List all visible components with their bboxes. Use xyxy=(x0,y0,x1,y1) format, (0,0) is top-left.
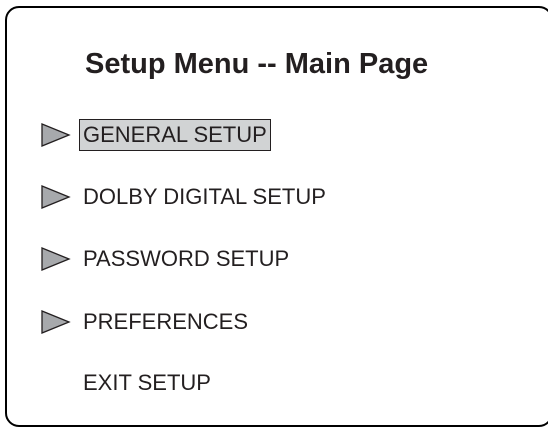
menu-item-label: PREFERENCES xyxy=(83,309,249,334)
setup-menu: GENERAL SETUP DOLBY DIGITAL SETUP PASSWO… xyxy=(7,8,548,425)
menu-item-label: DOLBY DIGITAL SETUP xyxy=(83,184,326,209)
menu-item-dolby-digital-setup[interactable]: DOLBY DIGITAL SETUP xyxy=(41,180,330,214)
triangle-arrow-icon xyxy=(41,305,79,339)
triangle-arrow-icon xyxy=(41,180,79,214)
menu-item-label: GENERAL SETUP xyxy=(79,119,271,151)
setup-menu-panel: Setup Menu -- Main Page GENERAL SETUP DO… xyxy=(5,6,548,427)
triangle-arrow-icon xyxy=(41,242,79,276)
menu-item-password-setup[interactable]: PASSWORD SETUP xyxy=(41,242,293,276)
menu-item-exit-setup[interactable]: EXIT SETUP xyxy=(41,366,215,400)
menu-item-label: PASSWORD SETUP xyxy=(83,246,290,271)
menu-item-preferences[interactable]: PREFERENCES xyxy=(41,305,252,339)
triangle-arrow-icon xyxy=(41,118,79,152)
menu-item-general-setup[interactable]: GENERAL SETUP xyxy=(41,118,271,152)
menu-item-label: EXIT SETUP xyxy=(83,370,211,395)
